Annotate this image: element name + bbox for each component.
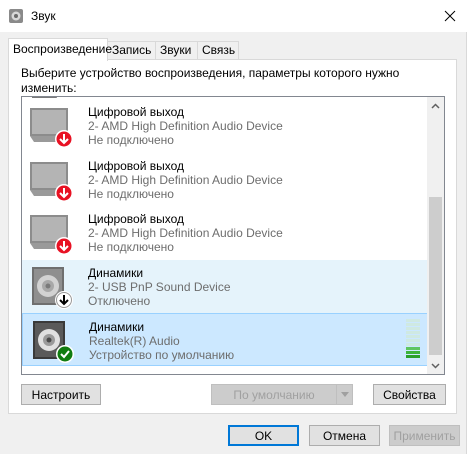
- chevron-up-icon: [431, 102, 440, 109]
- device-status: Отключено: [88, 294, 151, 308]
- red-down-arrow-icon: [55, 184, 73, 202]
- chevron-down-icon: [431, 362, 440, 369]
- device-driver: 2- AMD High Definition Audio Device: [88, 226, 283, 240]
- monitor-icon: [28, 158, 76, 202]
- speaker-icon: [29, 319, 77, 363]
- red-down-arrow-icon: [55, 237, 73, 255]
- monitor-icon: [28, 211, 76, 255]
- list-item[interactable]: Цифровой выход 2- AMD High Definition Au…: [22, 206, 428, 259]
- device-list[interactable]: Цифровой выход 2- AMD High Definition Au…: [21, 96, 445, 375]
- scroll-thumb[interactable]: [429, 197, 442, 355]
- ok-button[interactable]: OK: [228, 425, 299, 446]
- device-name: Динамики: [88, 266, 144, 280]
- set-default-button[interactable]: По умолчанию: [211, 384, 353, 405]
- instruction-text: Выберите устройство воспроизведения, пар…: [21, 66, 400, 95]
- cancel-button[interactable]: Отмена: [309, 425, 380, 446]
- apply-button[interactable]: Применить: [389, 425, 460, 446]
- chevron-down-icon: [340, 392, 349, 397]
- sound-dialog: Звук Воспроизведение Запись Звуки Связь …: [0, 0, 473, 454]
- device-status: Не подключено: [88, 133, 174, 147]
- speaker-icon: [28, 265, 76, 309]
- list-scrollbar[interactable]: [427, 97, 444, 374]
- device-status: Устройство по умолчанию: [89, 348, 235, 362]
- device-driver: Realtek(R) Audio: [89, 334, 180, 348]
- window-title: Звук: [31, 9, 56, 23]
- device-name: Динамики: [89, 320, 145, 334]
- scroll-down-button[interactable]: [427, 357, 444, 374]
- device-driver: 2- AMD High Definition Audio Device: [88, 173, 283, 187]
- device-name: Цифровой выход: [88, 212, 185, 226]
- device-status: Не подключено: [88, 240, 174, 254]
- tab-sounds[interactable]: Звуки: [155, 41, 198, 60]
- scroll-up-button[interactable]: [427, 97, 444, 114]
- list-item[interactable]: Динамики 2- USB PnP Sound Device Отключе…: [22, 260, 428, 313]
- device-driver: 2- USB PnP Sound Device: [88, 280, 231, 294]
- title-bar: Звук: [0, 0, 473, 32]
- close-button[interactable]: [427, 0, 473, 31]
- volume-level-meter: [406, 319, 420, 361]
- device-name: Цифровой выход: [88, 105, 185, 119]
- tab-communications[interactable]: Связь: [197, 41, 239, 60]
- green-check-icon: [56, 345, 74, 363]
- window-edge: [466, 32, 473, 454]
- configure-button[interactable]: Настроить: [21, 384, 101, 405]
- list-item-selected[interactable]: Динамики Realtek(R) Audio Устройство по …: [22, 313, 428, 366]
- tab-playback[interactable]: Воспроизведение: [8, 38, 112, 61]
- properties-button[interactable]: Свойства: [373, 384, 446, 405]
- set-default-dropdown[interactable]: [336, 385, 352, 404]
- speaker-app-icon: [8, 8, 24, 24]
- device-status: Не подключено: [88, 187, 174, 201]
- tab-recording[interactable]: Запись: [107, 41, 156, 60]
- red-down-arrow-icon: [55, 130, 73, 148]
- device-name: Цифровой выход: [88, 159, 185, 173]
- list-item[interactable]: Цифровой выход 2- AMD High Definition Au…: [22, 99, 428, 152]
- list-item[interactable]: Цифровой выход 2- AMD High Definition Au…: [22, 153, 428, 206]
- playback-panel: Выберите устройство воспроизведения, пар…: [8, 59, 457, 414]
- black-down-arrow-icon: [55, 291, 73, 309]
- close-icon: [444, 10, 456, 21]
- monitor-icon: [28, 104, 76, 148]
- device-driver: 2- AMD High Definition Audio Device: [88, 119, 283, 133]
- set-default-label: По умолчанию: [233, 387, 315, 402]
